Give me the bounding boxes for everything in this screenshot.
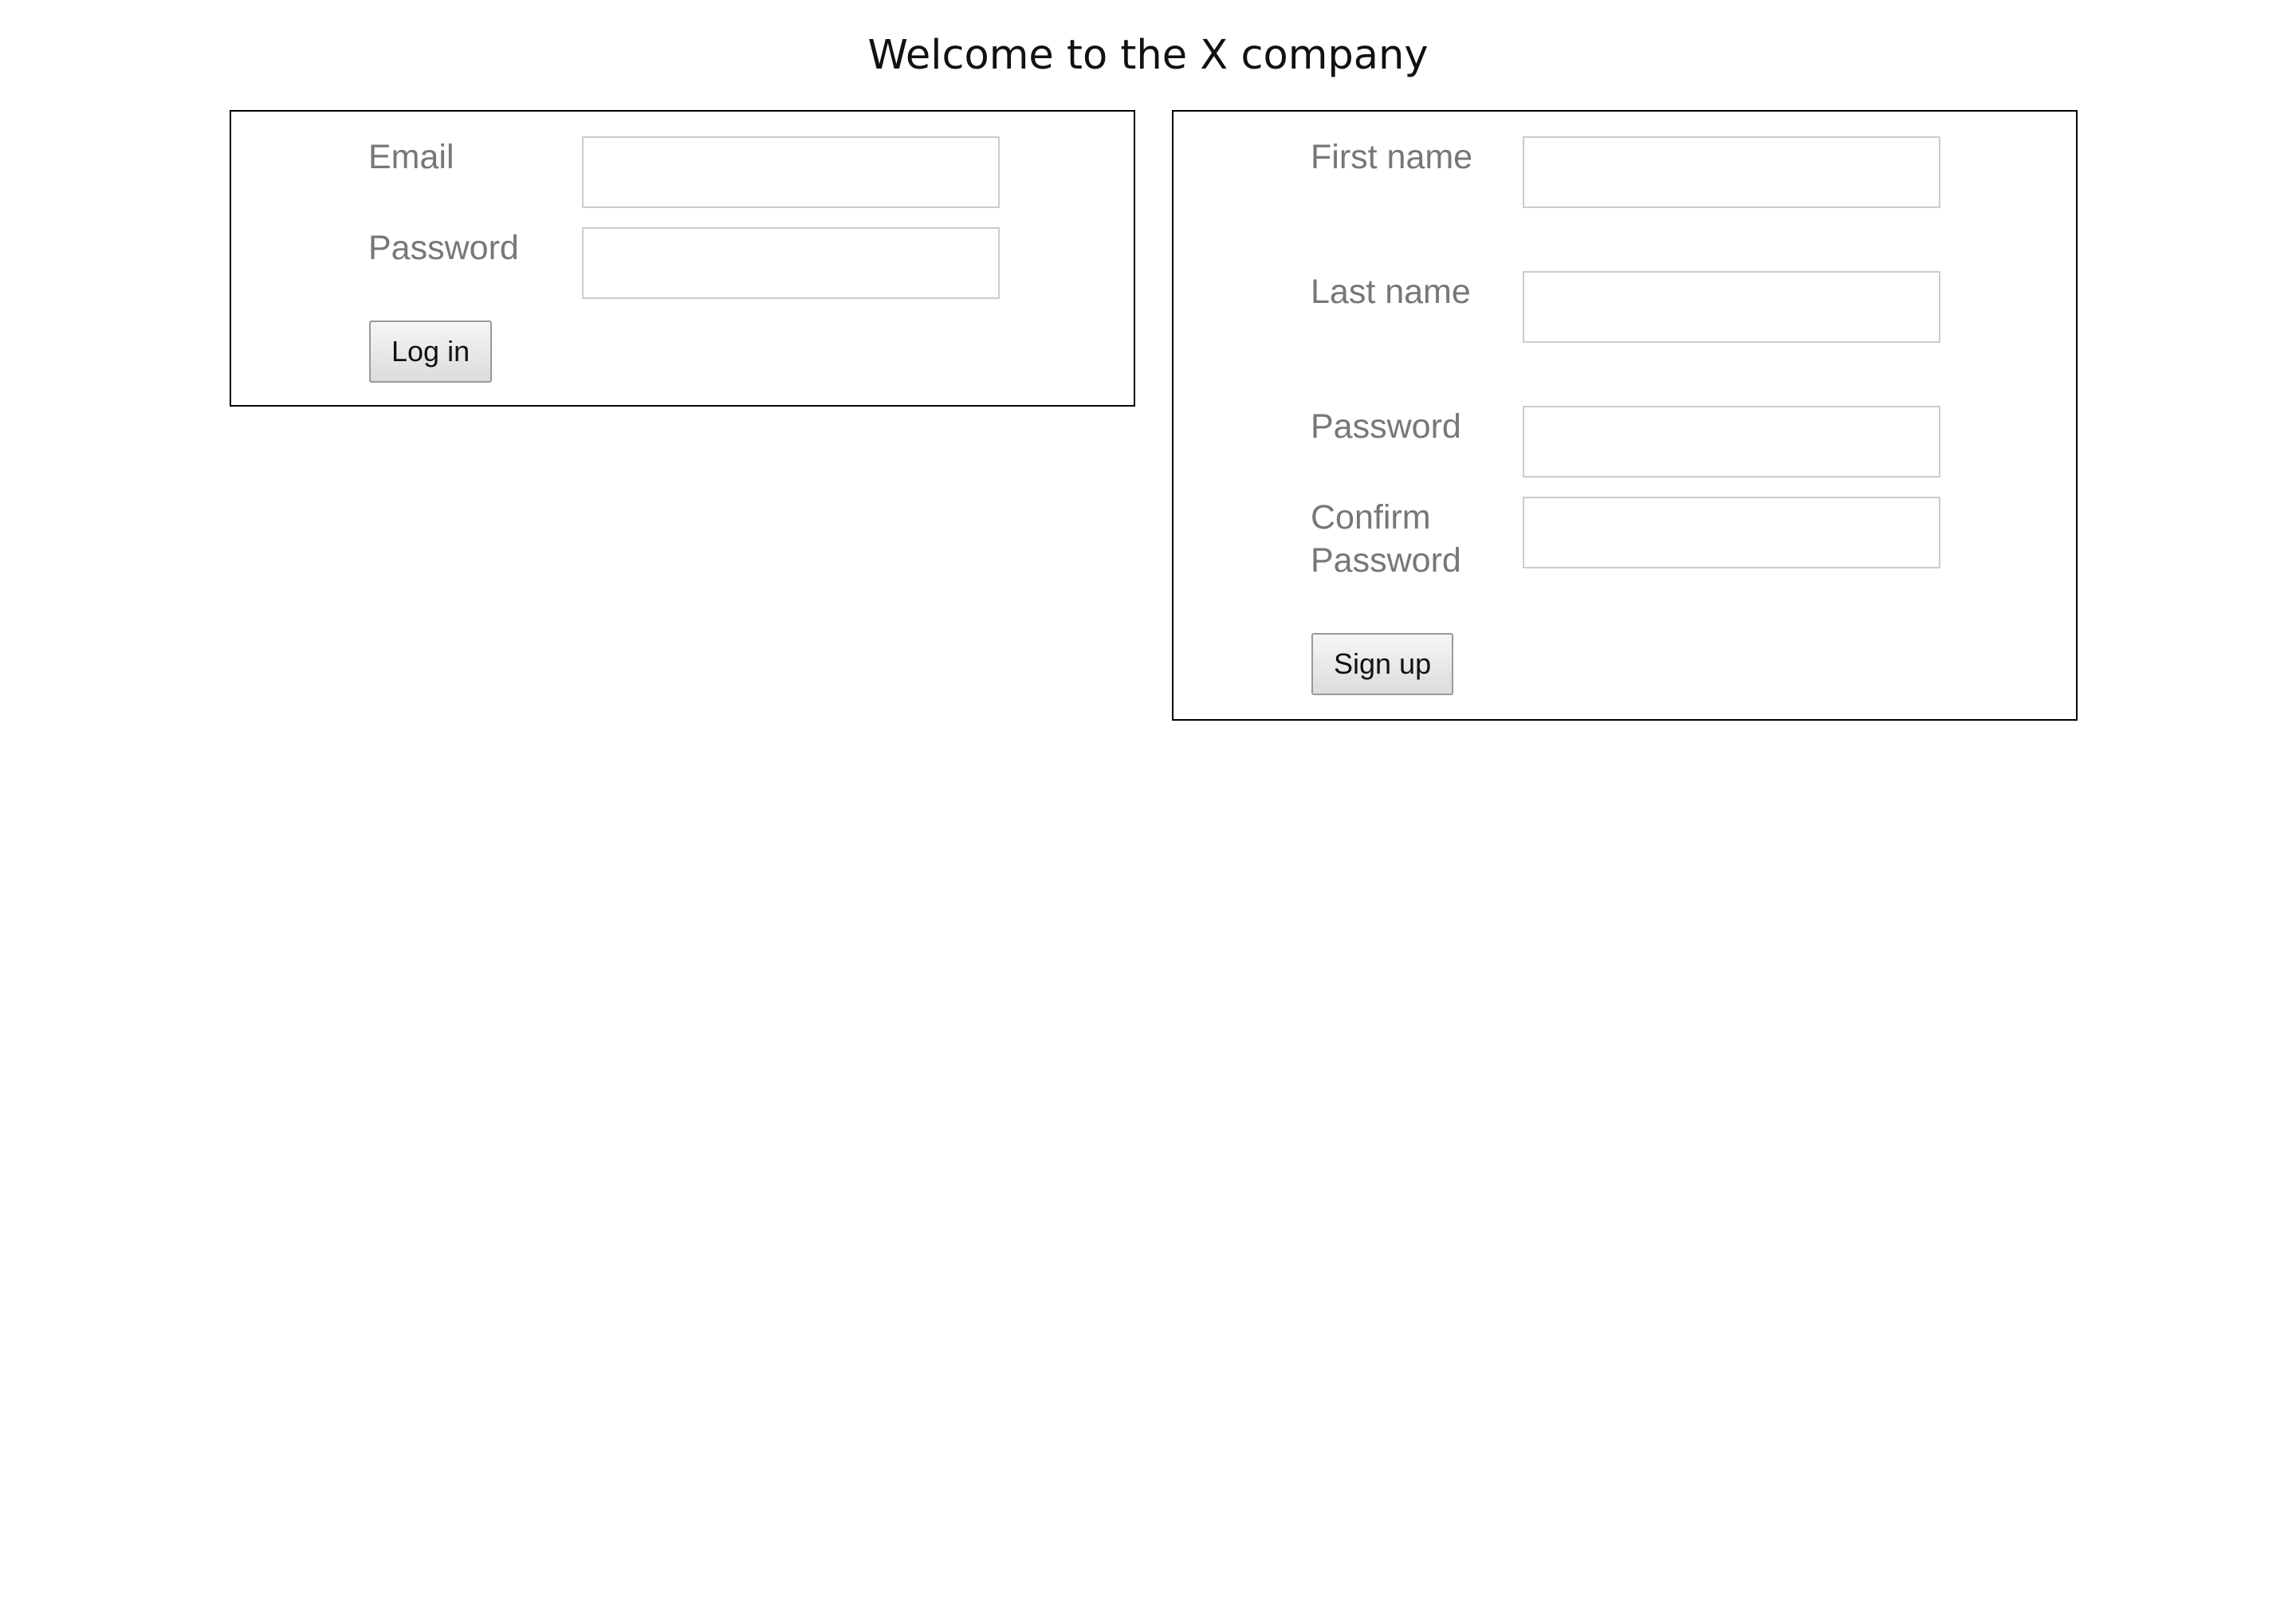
- last-name-field[interactable]: [1523, 271, 1940, 343]
- last-name-label: Last name: [1311, 273, 1471, 311]
- signup-password-field[interactable]: [1523, 406, 1940, 478]
- login-form: Email Password Log in: [230, 110, 1135, 407]
- login-password-field[interactable]: [582, 227, 1000, 299]
- signup-form: First name Last name Password Confirm Pa…: [1172, 110, 2078, 721]
- page-title: Welcome to the X company: [867, 32, 1429, 79]
- signup-button[interactable]: Sign up: [1311, 633, 1454, 695]
- first-name-label: First name: [1311, 138, 1473, 176]
- signup-password-label: Password: [1311, 407, 1461, 446]
- login-button[interactable]: Log in: [369, 320, 493, 383]
- confirm-password-field[interactable]: [1523, 497, 1940, 568]
- email-label: Email: [368, 138, 454, 176]
- login-password-label: Password: [368, 229, 519, 267]
- email-field[interactable]: [582, 136, 1000, 208]
- first-name-field[interactable]: [1523, 136, 1940, 208]
- confirm-password-label: Confirm Password: [1311, 498, 1461, 580]
